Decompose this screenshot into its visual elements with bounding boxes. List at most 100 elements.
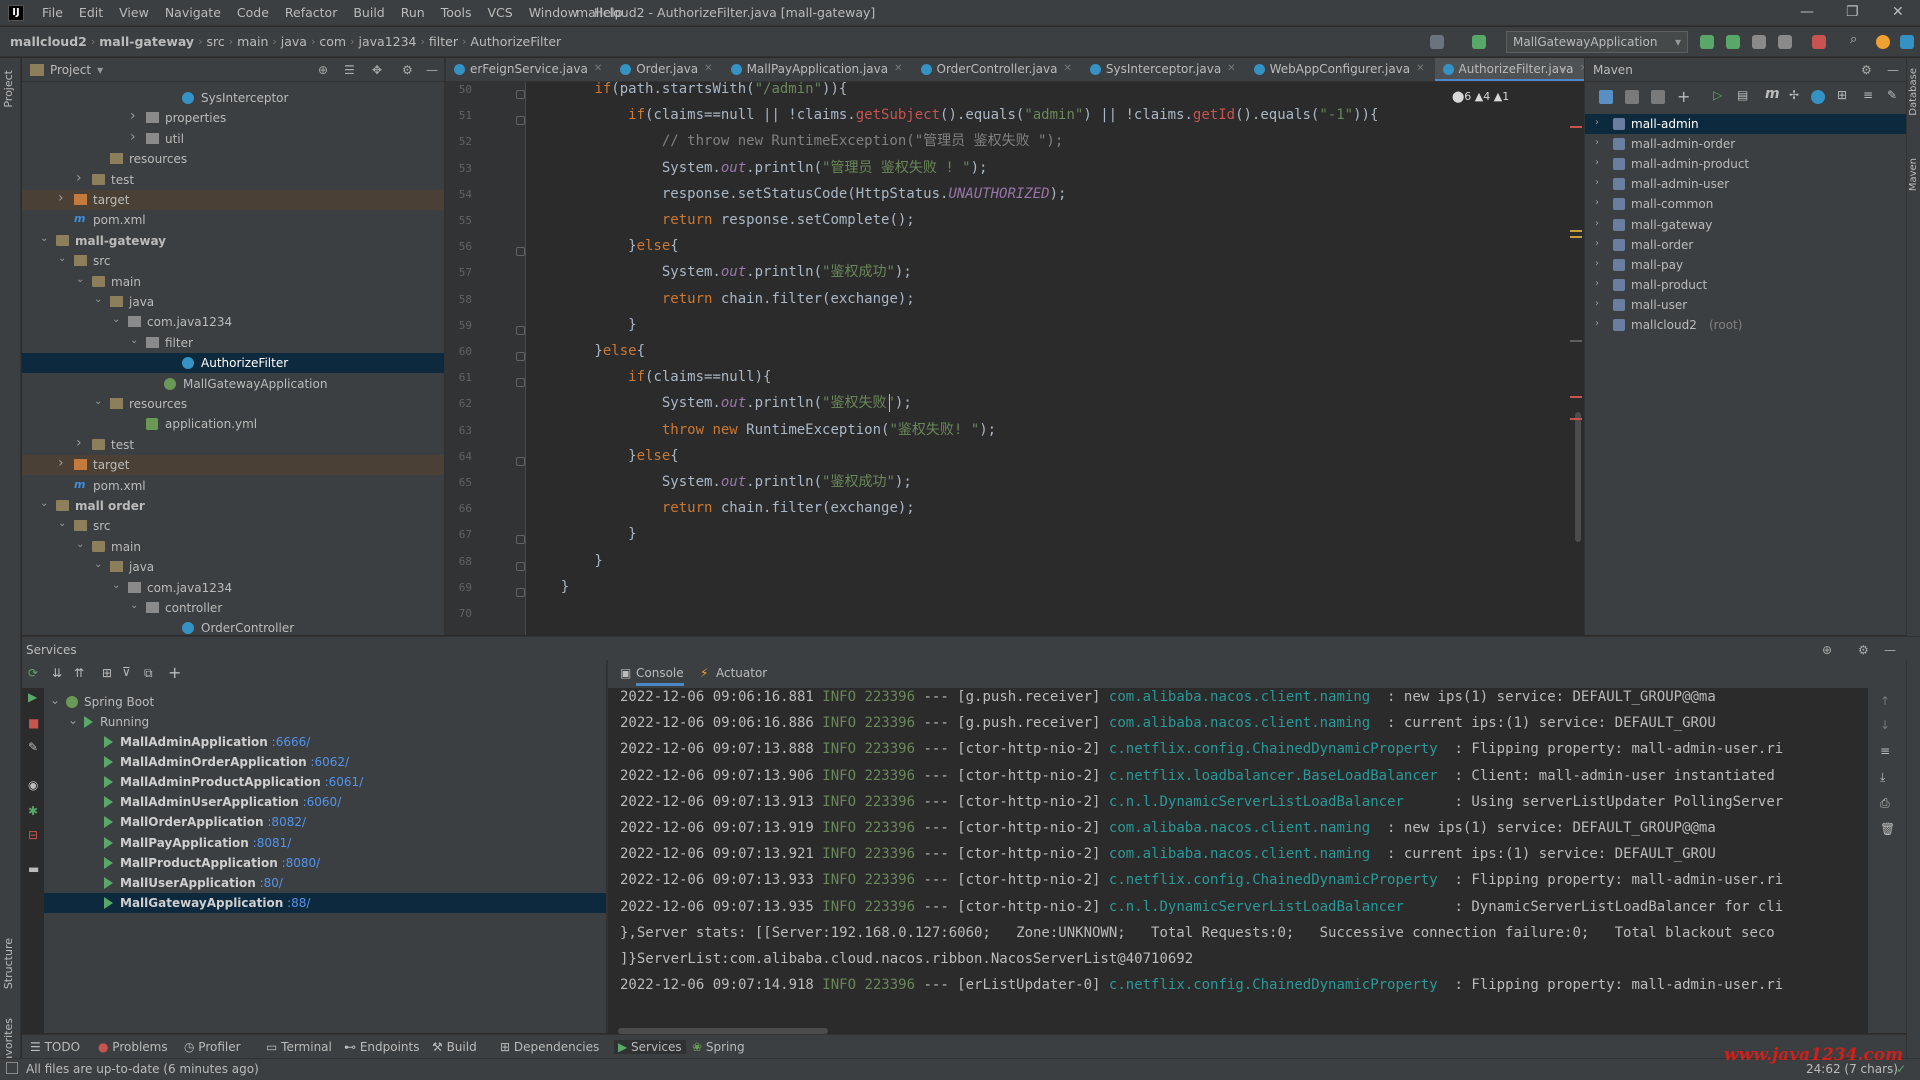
chevron-down-icon[interactable]: ⌄ (130, 335, 138, 346)
run-icon[interactable]: ▶ (28, 690, 37, 704)
maven-item[interactable]: › mall-gateway (1585, 215, 1907, 235)
fold-marker-icon[interactable] (516, 116, 525, 126)
tab-console[interactable]: Console (636, 666, 684, 686)
build-hammer-icon[interactable] (1472, 35, 1486, 49)
stop-icon[interactable] (1812, 35, 1826, 49)
status-message[interactable]: All files are up-to-date (6 minutes ago) (26, 1062, 259, 1076)
chevron-right-icon[interactable]: › (76, 170, 82, 186)
files-icon[interactable]: ▤ (1737, 88, 1748, 102)
collapse-icon[interactable]: ≡ (1863, 88, 1873, 102)
tab-actuator[interactable]: Actuator (716, 666, 767, 680)
fold-marker-icon[interactable] (516, 587, 525, 597)
fold-marker-icon[interactable] (516, 378, 525, 388)
hide-panel-icon[interactable]: — (1887, 63, 1899, 77)
tree-item[interactable]: MallGatewayApplication (22, 374, 444, 394)
code-editor[interactable]: if(path.startsWith("/admin")){ if(claims… (527, 82, 1584, 635)
log-line[interactable]: 2022-12-06 09:06:16.886 INFO 223396 --- … (620, 710, 1716, 736)
collapse-all-icon[interactable]: ☰ (344, 63, 355, 77)
code-line[interactable]: if(claims==null || !claims.getSubject().… (527, 102, 1378, 128)
maven-goal-icon[interactable]: m (1765, 86, 1780, 102)
exit-icon[interactable]: ⊟ (28, 828, 38, 842)
tree-item[interactable]: › target (22, 455, 444, 476)
code-line[interactable]: System.out.println("鉴权成功"); (527, 469, 912, 495)
service-item[interactable]: MallPayApplication :8081/ (44, 833, 628, 853)
tab-ordercontroller-java[interactable]: OrderController.java ✕ (913, 58, 1082, 81)
group-icon[interactable]: ⊞ (102, 666, 112, 680)
code-line[interactable]: }else{ (527, 338, 645, 364)
minimize-icon[interactable]: — (1800, 4, 1814, 20)
code-line[interactable]: } (527, 521, 636, 547)
service-port-link[interactable]: :80/ (256, 876, 283, 890)
tree-item[interactable]: › properties (22, 108, 444, 128)
filter-icon[interactable]: ⊽ (122, 665, 131, 679)
fold-marker-icon[interactable] (516, 535, 525, 545)
chevron-right-icon[interactable]: › (1595, 318, 1599, 329)
service-item[interactable]: MallAdminUserApplication :6060/ (44, 792, 628, 812)
update-icon[interactable] (1876, 35, 1890, 49)
tab-webappconfigurer-java[interactable]: WebAppConfigurer.java ✕ (1246, 58, 1435, 81)
soft-wrap-icon[interactable]: ≡ (1880, 744, 1890, 758)
services-panel-title[interactable]: Services (26, 643, 77, 657)
toggle-offline-icon[interactable]: ✢ (1789, 88, 1799, 102)
chevron-right-icon[interactable]: › (130, 108, 136, 124)
gear-icon[interactable]: ⚙ (1861, 63, 1872, 77)
chevron-right-icon[interactable]: › (1595, 298, 1599, 309)
scroll-down-icon[interactable]: ↓ (1880, 718, 1890, 732)
chevron-down-icon[interactable]: ⌄ (40, 498, 48, 509)
service-port-link[interactable]: :88/ (283, 896, 310, 910)
expand-icon[interactable]: ✥ (372, 63, 382, 77)
code-line[interactable]: return response.setComplete(); (527, 207, 915, 233)
tab-mallpayapplication-java[interactable]: MallPayApplication.java ✕ (723, 58, 913, 81)
maximize-icon[interactable]: ❐ (1846, 4, 1859, 20)
close-tab-icon[interactable]: ✕ (1416, 63, 1424, 74)
code-line[interactable]: response.setStatusCode(HttpStatus.UNAUTH… (527, 181, 1067, 207)
maven-item[interactable]: › mall-order (1585, 235, 1907, 255)
chevron-right-icon[interactable]: › (1595, 197, 1599, 208)
breadcrumb-item[interactable]: java (277, 34, 311, 49)
service-item[interactable]: MallProductApplication :8080/ (44, 853, 628, 873)
menu-tools[interactable]: Tools (433, 5, 480, 20)
fold-marker-icon[interactable] (516, 352, 525, 361)
log-line[interactable]: 2022-12-06 09:07:13.906 INFO 223396 --- … (620, 763, 1775, 789)
tree-item[interactable]: ⌄ src (22, 251, 444, 271)
chevron-down-icon[interactable]: ⌄ (130, 600, 138, 611)
chevron-down-icon[interactable]: ⌄ (112, 314, 120, 325)
service-item[interactable]: MallGatewayApplication :88/ (44, 892, 628, 913)
run-configuration-select[interactable]: MallGatewayApplication ▾ (1506, 31, 1688, 53)
tool-window-endpoints[interactable]: ⊷ Endpoints (344, 1040, 420, 1054)
profile-icon[interactable] (1778, 35, 1792, 49)
generate-sources-icon[interactable] (1625, 90, 1639, 104)
code-line[interactable]: System.out.println("鉴权失败"); (527, 390, 912, 416)
chevron-right-icon[interactable]: › (1595, 278, 1599, 289)
close-tab-icon[interactable]: ✕ (594, 63, 602, 74)
project-tool-tab[interactable]: Project (2, 70, 15, 108)
chevron-down-icon[interactable]: ⌄ (94, 559, 102, 570)
service-group[interactable]: ⌄ Running (44, 712, 628, 732)
tool-window-services[interactable]: ▶ Services (614, 1040, 686, 1054)
log-line[interactable]: 2022-12-06 09:07:13.933 INFO 223396 --- … (620, 867, 1783, 893)
chevron-right-icon[interactable]: › (1595, 177, 1599, 188)
chevron-right-icon[interactable]: › (58, 190, 64, 206)
breadcrumb-item[interactable]: mall-gateway (95, 34, 198, 49)
log-line[interactable]: 2022-12-06 09:07:13.935 INFO 223396 --- … (620, 894, 1783, 920)
menu-build[interactable]: Build (345, 5, 392, 20)
chevron-right-icon[interactable]: › (76, 435, 82, 451)
service-group[interactable]: ⌄ Spring Boot (44, 692, 628, 712)
breadcrumb-item[interactable]: src (202, 34, 228, 49)
maven-item[interactable]: › mall-admin-product (1585, 154, 1907, 174)
tree-item[interactable]: m pom.xml (22, 210, 444, 230)
chevron-right-icon[interactable]: › (1595, 238, 1599, 249)
warning-stripe-mark[interactable] (1570, 236, 1582, 238)
console-output[interactable]: 2022-12-06 09:06:16.881 INFO 223396 --- … (608, 688, 1868, 1033)
menu-view[interactable]: View (111, 5, 157, 20)
service-port-link[interactable]: :8080/ (278, 856, 321, 870)
info-stripe-mark[interactable] (1570, 340, 1582, 342)
tree-item[interactable]: › target (22, 190, 444, 210)
chevron-down-icon[interactable]: ⌄ (94, 396, 102, 407)
log-line[interactable]: ]}ServerList:com.alibaba.cloud.nacos.rib… (620, 946, 1193, 972)
service-port-link[interactable]: :8081/ (249, 836, 292, 850)
tree-item[interactable]: OrderController (22, 618, 444, 635)
gear-icon[interactable]: ⚙ (1858, 643, 1869, 657)
error-stripe-mark[interactable] (1570, 418, 1582, 420)
log-line[interactable]: 2022-12-06 09:07:13.888 INFO 223396 --- … (620, 736, 1783, 762)
